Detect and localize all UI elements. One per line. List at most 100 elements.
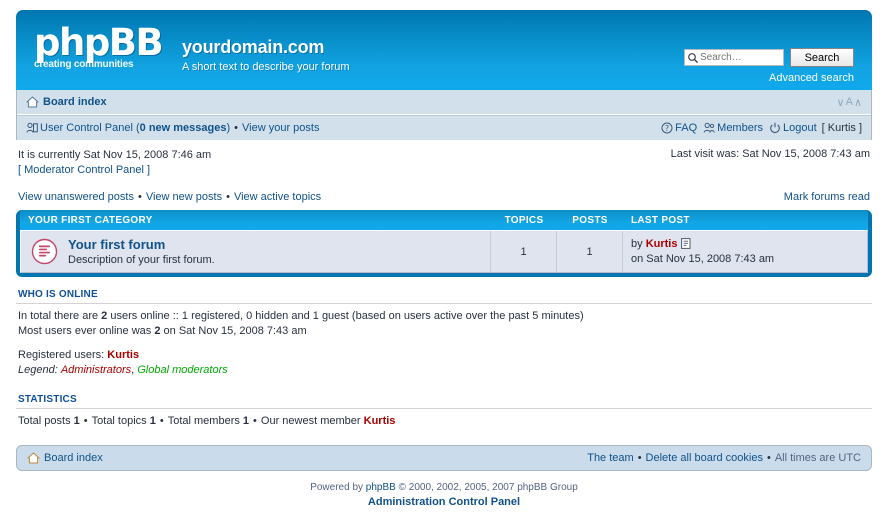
last-post-by-prefix: by bbox=[631, 237, 643, 250]
copyright-block: Powered by phpBB © 2000, 2002, 2005, 200… bbox=[16, 471, 872, 509]
search-input[interactable] bbox=[700, 51, 782, 64]
ucp-label-pre: User Control Panel ( bbox=[40, 122, 140, 134]
table-row[interactable]: Your first forum Description of your fir… bbox=[20, 230, 868, 273]
breadcrumb-label: Board index bbox=[43, 96, 107, 108]
current-time: It is currently Sat Nov 15, 2008 7:46 am bbox=[18, 149, 212, 161]
moderator-control-panel-link[interactable]: [ Moderator Control Panel ] bbox=[18, 164, 150, 176]
legend-global-moderators-link[interactable]: Global moderators bbox=[137, 364, 228, 376]
font-size-changer[interactable]: ∨ A ∧ bbox=[837, 96, 862, 109]
online-total-line: In total there are 2 users online :: 1 r… bbox=[18, 309, 870, 324]
legend-label: Legend: bbox=[18, 364, 58, 376]
statistics-section: STATISTICS Total posts 1 • Total topics 1 •… bbox=[16, 394, 872, 429]
logout-username: [ Kurtis ] bbox=[821, 122, 862, 134]
view-active-topics-link[interactable]: View active topics bbox=[234, 191, 321, 203]
statistics-body: Total posts 1 • Total topics 1 • Total membe… bbox=[16, 414, 872, 429]
last-post-date: on Sat Nov 15, 2008 7:43 am bbox=[631, 252, 775, 265]
faq-wrapper: ? FAQ bbox=[661, 122, 697, 134]
view-your-posts-link[interactable]: View your posts bbox=[242, 122, 319, 134]
column-header-lastpost: LAST POST bbox=[631, 214, 690, 226]
advanced-search-wrapper: Advanced search bbox=[684, 72, 854, 84]
online-total-count: 2 bbox=[101, 310, 108, 322]
last-visit: Last visit was: Sat Nov 15, 2008 7:43 am bbox=[670, 148, 870, 160]
power-icon bbox=[769, 122, 781, 134]
nav-bullet-1: • bbox=[234, 122, 239, 134]
who-is-online-section: WHO IS ONLINE In total there are 2 users… bbox=[16, 289, 872, 378]
the-team-link[interactable]: The team bbox=[587, 452, 633, 464]
who-is-online-heading: WHO IS ONLINE bbox=[16, 289, 872, 304]
logo-text: phpBB bbox=[34, 21, 164, 64]
question-icon: ? bbox=[661, 122, 673, 134]
font-decrease-icon[interactable]: ∨ bbox=[837, 96, 845, 109]
advanced-search-link[interactable]: Advanced search bbox=[769, 72, 854, 84]
home-icon bbox=[26, 96, 39, 108]
site-tagline: A short text to describe your forum bbox=[182, 61, 350, 73]
total-topics-label: Total topics bbox=[91, 415, 147, 427]
registered-users-label: Registered users: bbox=[18, 349, 105, 361]
home-icon bbox=[27, 452, 40, 464]
admin-control-panel-label: Administration Control Panel bbox=[367, 496, 521, 508]
search-button[interactable]: Search bbox=[790, 48, 854, 67]
category-title[interactable]: YOUR FIRST CATEGORY bbox=[28, 215, 491, 226]
footer-board-index-label: Board index bbox=[44, 452, 103, 464]
search-icon bbox=[687, 52, 699, 64]
footer-board-index-link[interactable]: Board index bbox=[27, 452, 103, 464]
statistics-heading: STATISTICS bbox=[16, 394, 872, 409]
site-title: yourdomain.com bbox=[182, 37, 325, 57]
registered-user-link[interactable]: Kurtis bbox=[107, 349, 139, 361]
forum-category-block: YOUR FIRST CATEGORY TOPICS POSTS LAST PO… bbox=[16, 210, 872, 277]
goto-last-post-icon[interactable] bbox=[680, 237, 693, 250]
header-search: Search Advanced search bbox=[684, 48, 854, 84]
session-info-left: It is currently Sat Nov 15, 2008 7:46 am… bbox=[18, 148, 211, 178]
powered-by-line: Powered by phpBB © 2000, 2002, 2005, 200… bbox=[16, 481, 872, 495]
view-new-posts-link[interactable]: View new posts bbox=[146, 191, 222, 203]
site-header: phpBB creating communities yourdomain.co… bbox=[16, 10, 872, 90]
phpbb-logo[interactable]: phpBB creating communities bbox=[34, 24, 174, 78]
search-field-wrapper[interactable] bbox=[684, 49, 784, 66]
view-unanswered-posts-link[interactable]: View unanswered posts bbox=[18, 191, 134, 203]
font-size-letter[interactable]: A bbox=[846, 96, 853, 108]
mark-forums-read-wrapper: Mark forums read bbox=[784, 191, 870, 203]
ucp-link-wrapper: User Control Panel (0 new messages) bbox=[26, 122, 230, 134]
stat-bullet-2: • bbox=[159, 415, 164, 427]
search-shortcut-links: View unanswered posts • View new posts • Vie… bbox=[18, 191, 321, 203]
logout-wrapper: Logout [ Kurtis ] bbox=[769, 122, 862, 134]
members-link[interactable]: Members bbox=[717, 122, 763, 134]
logo-subtitle: creating communities bbox=[34, 59, 134, 70]
action-bullet-1: • bbox=[137, 191, 142, 203]
cell-topics-count: 1 bbox=[490, 231, 556, 272]
newest-member-link[interactable]: Kurtis bbox=[364, 415, 396, 427]
breadcrumb-board-index[interactable]: Board index bbox=[26, 96, 107, 108]
online-record-pre: Most users ever online was bbox=[18, 325, 152, 337]
total-posts-label: Total posts bbox=[18, 415, 71, 427]
total-posts-value: 1 bbox=[73, 415, 80, 427]
delete-cookies-link[interactable]: Delete all board cookies bbox=[646, 452, 763, 464]
cell-last-post: by Kurtis on Sat Nov 15, 2008 7:43 am bbox=[622, 231, 867, 272]
user-control-panel-icon bbox=[26, 122, 38, 134]
font-increase-icon[interactable]: ∧ bbox=[854, 96, 862, 109]
forum-actions-row: View unanswered posts • View new posts • Vie… bbox=[16, 178, 872, 210]
faq-link[interactable]: FAQ bbox=[675, 122, 697, 134]
last-post-author-link[interactable]: Kurtis bbox=[646, 238, 678, 250]
online-record-line: Most users ever online was 2 on Sat Nov … bbox=[18, 324, 870, 339]
forum-row-main: Your first forum Description of your fir… bbox=[21, 231, 490, 272]
stat-bullet-3: • bbox=[253, 415, 257, 427]
mark-forums-read-link[interactable]: Mark forums read bbox=[784, 191, 870, 203]
phpbb-link[interactable]: phpBB bbox=[366, 482, 396, 493]
powered-by-pre: Powered by bbox=[310, 482, 364, 493]
forum-title-link[interactable]: Your first forum bbox=[68, 237, 165, 252]
nav-left-links: User Control Panel (0 new messages) • Vi… bbox=[26, 122, 319, 134]
who-is-online-body: In total there are 2 users online :: 1 r… bbox=[16, 309, 872, 378]
logout-link[interactable]: Logout bbox=[783, 122, 817, 134]
site-identity: yourdomain.com A short text to describe … bbox=[182, 37, 350, 73]
total-members-label: Total members bbox=[167, 415, 240, 427]
online-record-count: 2 bbox=[154, 325, 161, 337]
online-total-post: users online :: 1 registered, 0 hidden a… bbox=[110, 310, 584, 322]
navigation-bar: Board index ∨ A ∧ User Control Panel (0 ne… bbox=[16, 90, 872, 140]
ucp-link[interactable]: User Control Panel (0 new messages) bbox=[40, 122, 230, 134]
legend-administrators-link[interactable]: Administrators bbox=[61, 364, 131, 376]
session-info-row: It is currently Sat Nov 15, 2008 7:46 am… bbox=[16, 140, 872, 178]
members-wrapper: Members bbox=[703, 122, 763, 134]
total-topics-value: 1 bbox=[149, 415, 156, 427]
online-spacer bbox=[18, 339, 870, 348]
online-total-pre: In total there are bbox=[18, 310, 99, 322]
